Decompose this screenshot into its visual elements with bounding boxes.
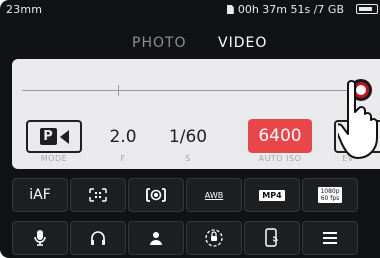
user-profile-button[interactable] <box>128 221 184 255</box>
video-camera-icon <box>59 129 69 144</box>
exposure-panel: P MODE 2.0 F 1/60 S 6400 AUTO ISO 0 EV <box>12 59 380 169</box>
headphones-button[interactable] <box>70 221 126 255</box>
smartphone-connect-icon <box>265 228 278 247</box>
spot-metering-icon <box>146 188 166 202</box>
video-resolution-button[interactable]: 1080p 60 fps <box>302 178 358 212</box>
iso-label: AUTO ISO <box>258 154 302 163</box>
tab-photo[interactable]: PHOTO <box>132 35 187 51</box>
metering-field-icon <box>89 188 107 202</box>
file-format-label: MP4 <box>259 189 285 201</box>
mode-label: MODE <box>40 154 68 163</box>
aperture-value[interactable]: 2.0 <box>98 120 148 154</box>
white-balance-button[interactable]: AWB <box>186 178 242 212</box>
user-profile-icon <box>150 232 162 245</box>
aperture-label: F <box>120 154 126 163</box>
focal-length: 23mm <box>6 3 43 16</box>
shutter-value[interactable]: 1/60 <box>160 120 216 154</box>
mode-button[interactable]: P <box>26 120 82 153</box>
menu-button[interactable] <box>302 221 358 255</box>
stabilization-icon <box>205 229 223 247</box>
battery-icon <box>356 4 378 14</box>
file-format-button[interactable]: MP4 <box>244 178 300 212</box>
microphone-icon <box>34 230 46 246</box>
touch-hand-icon <box>338 80 378 159</box>
autofocus-label: iAF <box>29 187 51 203</box>
white-balance-label: AWB <box>204 190 224 200</box>
camera-screen: 23mm 00h 37m 51s /7 GB PHOTO VIDEO P MOD… <box>0 0 380 258</box>
microphone-button[interactable] <box>12 221 68 255</box>
program-mode-icon: P <box>39 128 57 145</box>
stabilization-button[interactable] <box>186 221 242 255</box>
recording-info: 00h 37m 51s /7 GB <box>226 3 344 16</box>
headphones-icon <box>91 231 105 245</box>
video-resolution-label: 1080p 60 fps <box>318 187 342 203</box>
menu-icon <box>323 232 337 244</box>
sd-card-icon <box>226 5 234 14</box>
exposure-slider-track[interactable] <box>22 90 352 91</box>
spot-metering-button[interactable] <box>128 178 184 212</box>
exposure-slider-center-tick <box>118 85 119 96</box>
tab-video[interactable]: VIDEO <box>218 35 267 51</box>
metering-field-button[interactable] <box>70 178 126 212</box>
shutter-label: S <box>185 154 191 163</box>
iso-value[interactable]: 6400 <box>248 119 312 153</box>
autofocus-button[interactable]: iAF <box>12 178 68 212</box>
recording-info-text: 00h 37m 51s /7 GB <box>237 3 344 16</box>
smartphone-connect-button[interactable] <box>244 221 300 255</box>
